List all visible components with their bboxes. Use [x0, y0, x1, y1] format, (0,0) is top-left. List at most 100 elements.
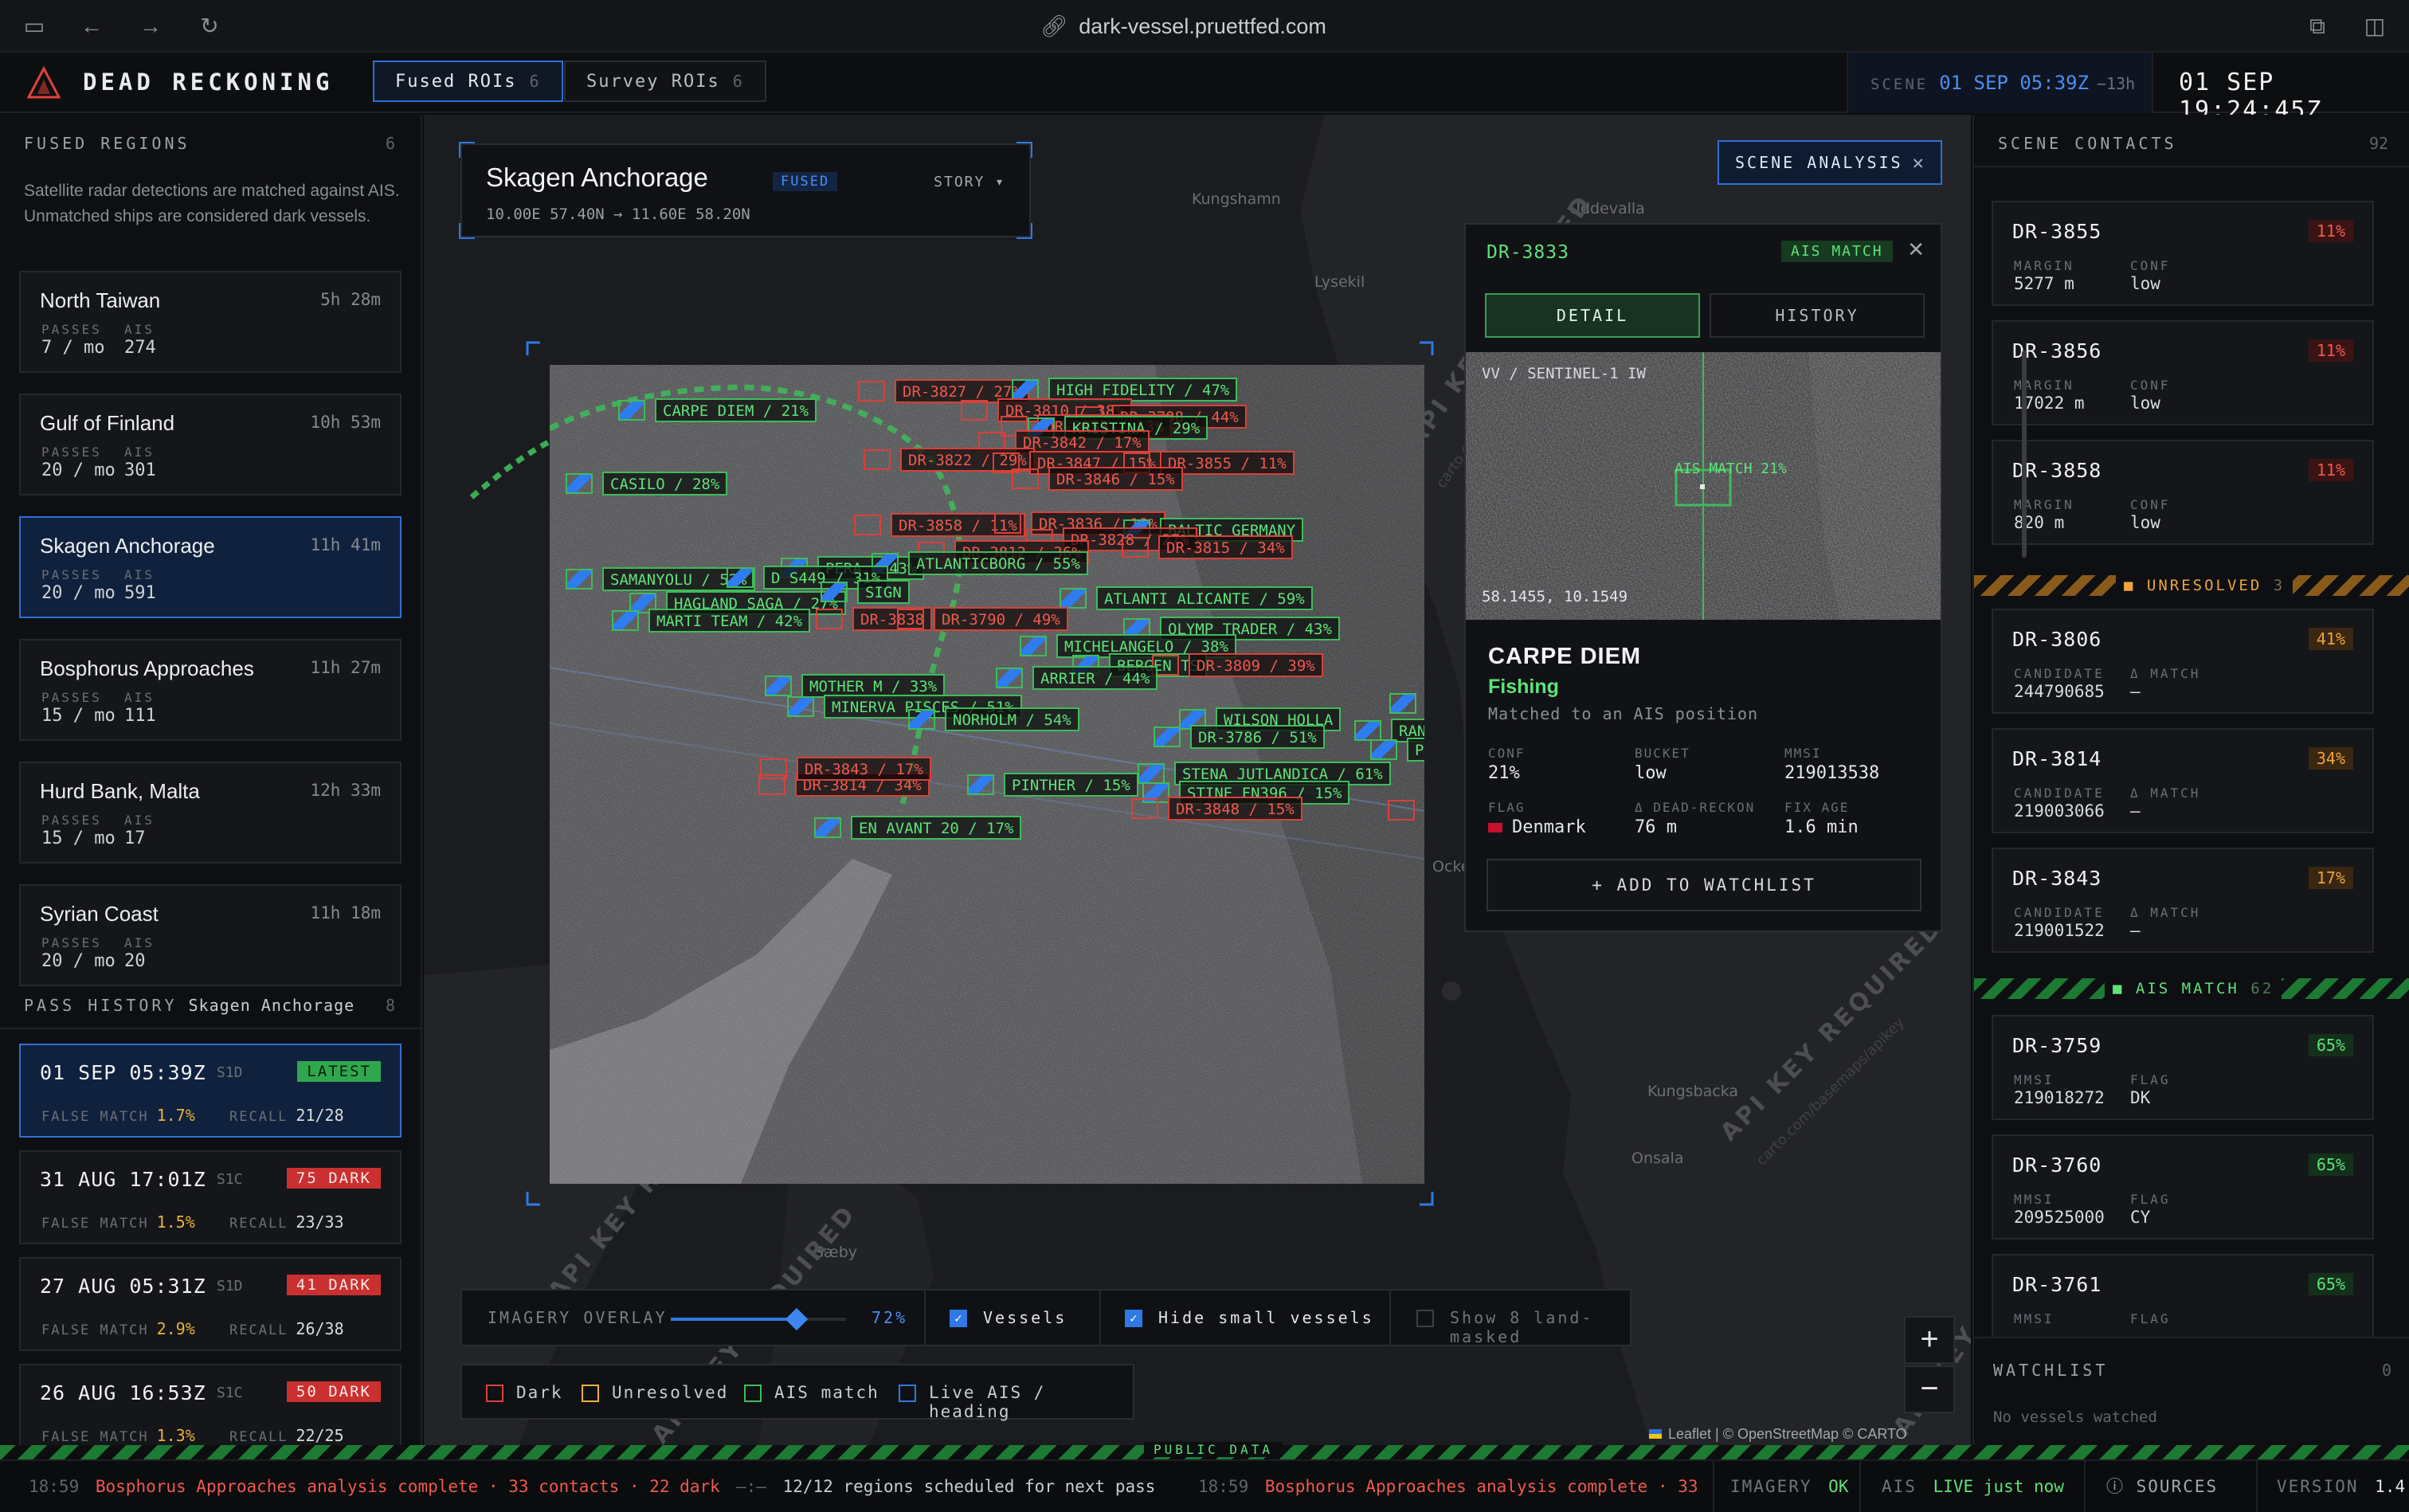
detection-label: ATLANTI ALICANTE / 59%: [1096, 586, 1313, 610]
contact-card[interactable]: DR-3760 65% MMSI FLAG 209525000 CY: [1992, 1134, 2374, 1240]
sidebar-toggle-icon[interactable]: ▭: [21, 13, 48, 40]
dead-reckoning-logo-icon: [26, 65, 61, 99]
field-label: MMSI: [1784, 746, 1822, 761]
detection-box: [1154, 727, 1181, 747]
legend-label: Dark: [516, 1383, 563, 1402]
extensions-icon[interactable]: ⧉: [2304, 13, 2331, 40]
pass-datetime: 31 AUG 17:01Z: [40, 1168, 206, 1191]
field-label: Δ DEAD-RECKON: [1635, 800, 1756, 815]
contact-field-label: FLAG: [2130, 1192, 2171, 1207]
contact-confidence: 11%: [2308, 220, 2353, 242]
tab-history[interactable]: HISTORY: [1710, 293, 1925, 338]
ticker-item: —:— 12/12 regions scheduled for next pas…: [736, 1477, 1156, 1496]
region-card[interactable]: North Taiwan 5h 28m PASSES AIS 7 / mo 274: [19, 271, 402, 373]
roi-fused-badge: FUSED: [773, 172, 838, 191]
story-dropdown[interactable]: STORY ▾: [934, 174, 1005, 190]
divider: [1713, 1461, 1714, 1512]
contact-card[interactable]: DR-3806 41% CANDIDATE Δ MATCH 244790685 —: [1992, 609, 2374, 714]
field-label: FIX AGE: [1784, 800, 1850, 815]
zoom-in-button[interactable]: +: [1904, 1316, 1955, 1364]
pass-card[interactable]: 27 AUG 05:31Z S1D 41 DARK FALSE MATCH 2.9% RE…: [19, 1257, 402, 1351]
contact-field-label: CANDIDATE: [2014, 905, 2105, 920]
contact-id: DR-3760: [2012, 1154, 2102, 1177]
detection-label: DR-3790 / 49%: [934, 607, 1068, 631]
detection-box: [1354, 720, 1381, 741]
ais-label: AIS: [124, 813, 155, 828]
vessels-checkbox[interactable]: ✓: [950, 1310, 967, 1327]
app-header: DEAD RECKONING Fused ROIs 6 Survey ROIs 6 …: [0, 53, 2409, 124]
tab-survey-rois[interactable]: Survey ROIs 6: [564, 61, 766, 102]
detection-box: [727, 567, 754, 588]
detection-box: [994, 513, 1021, 534]
contact-card[interactable]: DR-3856 11% MARGIN CONF 17022 m low: [1992, 320, 2374, 425]
add-to-watchlist-button[interactable]: + ADD TO WATCHLIST: [1487, 859, 1921, 911]
divider: [2084, 1461, 2086, 1512]
scene-contacts-count: 92: [2369, 134, 2389, 153]
contact-field-label: FLAG: [2130, 1311, 2171, 1326]
region-card[interactable]: Syrian Coast 11h 18m PASSES AIS 20 / mo 20: [19, 884, 402, 986]
sources-link[interactable]: ⓘ SOURCES: [2106, 1461, 2218, 1512]
region-card[interactable]: Gulf of Finland 10h 53m PASSES AIS 20 / mo 30…: [19, 394, 402, 496]
zoom-out-button[interactable]: −: [1904, 1365, 1955, 1413]
imagery-overlay-controls: IMAGERY OVERLAY 72% ✓ Vessels ✓ Hide sma…: [460, 1289, 1631, 1346]
opacity-slider-track[interactable]: [671, 1318, 846, 1321]
contact-id: DR-3806: [2012, 628, 2102, 651]
opacity-slider-handle[interactable]: [785, 1307, 809, 1331]
hide-small-vessels-label: Hide small vessels: [1158, 1308, 1374, 1327]
imagery-overlay-label: IMAGERY OVERLAY: [488, 1308, 668, 1327]
field-label: FLAG: [1488, 800, 1526, 815]
vessel-type: Fishing: [1488, 676, 1559, 698]
contact-card[interactable]: DR-3843 17% CANDIDATE Δ MATCH 219001522 —: [1992, 848, 2374, 953]
ais-label: AIS: [124, 935, 155, 950]
vessel-name: CARPE DIEM: [1488, 644, 1642, 669]
region-card[interactable]: Skagen Anchorage 11h 41m PASSES AIS 20 / mo 5…: [19, 516, 402, 618]
land-masked-checkbox[interactable]: [1416, 1310, 1434, 1327]
pass-satellite: S1D: [217, 1064, 243, 1081]
ais-label: AIS: [124, 567, 155, 582]
pass-card[interactable]: 01 SEP 05:39Z S1D LATEST FALSE MATCH 1.7% REC…: [19, 1044, 402, 1138]
detection-label: DR-3846 / 15%: [1048, 467, 1183, 491]
false-match-stat: FALSE MATCH 1.3%: [41, 1426, 195, 1445]
contact-card[interactable]: DR-3855 11% MARGIN CONF 5277 m low: [1992, 201, 2374, 306]
app-brand: DEAD RECKONING: [83, 69, 334, 96]
map-attribution[interactable]: Leaflet | © OpenStreetMap © CARTO: [1649, 1426, 1907, 1443]
hide-small-vessels-checkbox[interactable]: ✓: [1125, 1310, 1142, 1327]
split-view-icon[interactable]: ◫: [2361, 13, 2388, 40]
contact-card[interactable]: DR-3814 34% CANDIDATE Δ MATCH 219003066 —: [1992, 728, 2374, 833]
contact-field-value: 219003066: [2014, 801, 2105, 821]
pass-card[interactable]: 26 AUG 16:53Z S1C 50 DARK FALSE MATCH 1.3% RE…: [19, 1364, 402, 1458]
region-card[interactable]: Bosphorus Approaches 11h 27m PASSES AIS 15 /…: [19, 639, 402, 741]
contact-card[interactable]: DR-3858 11% MARGIN CONF 820 m low: [1992, 440, 2374, 545]
sar-chip-imagery: [1466, 352, 1941, 620]
map-view[interactable]: Kungshamn Uddevalla Lysekil Kungsbacka O…: [424, 115, 1971, 1445]
detection-label: DR-3843 / 17%: [797, 757, 931, 781]
detection-label: EN AVANT 20 / 17%: [851, 816, 1022, 840]
version-info: VERSION 1.4.0: [2277, 1477, 2409, 1496]
detection-box: [760, 758, 787, 779]
region-card[interactable]: Hurd Bank, Malta 12h 33m PASSES AIS 15 / mo 1…: [19, 762, 402, 864]
detection-box: [612, 610, 639, 631]
address-bar[interactable]: 🔗︎ dark-vessel.pruettfed.com: [1040, 11, 1326, 41]
contact-field-label: CONF: [2130, 497, 2171, 512]
detection-box: [816, 609, 843, 629]
detection-label: ATLANTICBORG / 55%: [908, 551, 1088, 575]
close-icon[interactable]: ✕: [1913, 142, 1926, 183]
forward-arrow-icon[interactable]: →: [137, 13, 164, 40]
contact-field-value: low: [2130, 394, 2160, 413]
contact-id: DR-3761: [2012, 1273, 2102, 1296]
tab-detail[interactable]: DETAIL: [1485, 293, 1700, 338]
legend-swatch-dark: [486, 1385, 503, 1402]
back-arrow-icon[interactable]: ←: [78, 13, 105, 40]
contact-card[interactable]: DR-3759 65% MMSI FLAG 219018272 DK: [1992, 1015, 2374, 1120]
reload-icon[interactable]: ↻: [196, 13, 223, 40]
contacts-scrollbar[interactable]: [2022, 351, 2027, 558]
detection-box: [897, 609, 924, 629]
pass-card[interactable]: 31 AUG 17:01Z S1C 75 DARK FALSE MATCH 1.5% RE…: [19, 1150, 402, 1244]
sar-imagery-overlay: DR-3827 / 27% HIGH FIDELITY / 47% CARPE DI…: [550, 365, 1424, 1184]
scene-analysis-button[interactable]: SCENE ANALYSIS ✕: [1718, 140, 1942, 185]
close-icon[interactable]: ✕: [1907, 237, 1925, 262]
tab-fused-rois[interactable]: Fused ROIs 6: [373, 61, 563, 102]
passes-label: PASSES: [41, 935, 102, 950]
watchlist-heading: WATCHLIST: [1993, 1361, 2109, 1380]
divider: [1099, 1291, 1101, 1345]
